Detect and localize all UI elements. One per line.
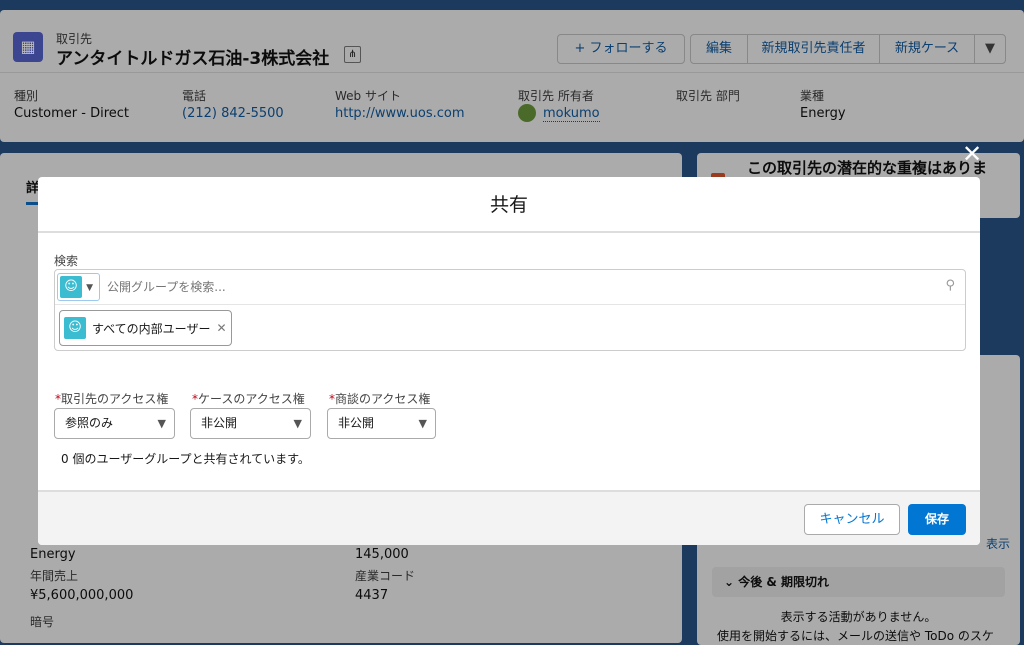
close-icon[interactable]: ✕ bbox=[962, 140, 982, 168]
field-value: ¥5,600,000,000 bbox=[30, 588, 134, 603]
field-label: 年間売上 bbox=[30, 569, 79, 583]
shared-count: 0 個のユーザーグループと共有されています。 bbox=[61, 452, 310, 466]
pill-label: すべての内部ユーザー bbox=[92, 321, 211, 336]
case-access-label: *ケースのアクセス権 bbox=[192, 392, 305, 406]
group-icon: ☺ bbox=[60, 276, 82, 298]
divider bbox=[0, 72, 1024, 73]
record-header: ▦ 取引先 アンタイトルドガス石油-3株式会社 ⋔ + フォローする 編集 新規… bbox=[0, 10, 1024, 142]
hint-text: 使用を開始するには、メールの送信や ToDo のスケ bbox=[717, 629, 994, 643]
owner-link[interactable]: mokumo bbox=[543, 106, 600, 122]
label-text: 商談のアクセス権 bbox=[335, 392, 431, 406]
account-icon: ▦ bbox=[13, 32, 43, 62]
save-button[interactable]: 保存 bbox=[908, 504, 966, 535]
show-all-link[interactable]: 表示 bbox=[986, 535, 1010, 552]
label-text: 取引先のアクセス権 bbox=[61, 392, 169, 406]
new-case-button[interactable]: 新規ケース bbox=[879, 34, 975, 64]
field-label: Web サイト bbox=[335, 89, 401, 103]
opportunity-access-select[interactable]: 非公開 ▼ bbox=[327, 408, 436, 439]
section-label: 今後 & 期限切れ bbox=[738, 575, 830, 589]
website-link[interactable]: http://www.uos.com bbox=[335, 106, 465, 121]
select-value: 参照のみ bbox=[65, 416, 114, 430]
field-label: 業種 bbox=[800, 89, 825, 103]
follow-button[interactable]: + フォローする bbox=[557, 34, 685, 64]
selected-group-pill: ☺ すべての内部ユーザー ✕ bbox=[59, 310, 232, 346]
group-type-picker[interactable]: ☺ ▼ bbox=[57, 273, 100, 301]
search-label: 検索 bbox=[54, 254, 79, 268]
label-text: ケースのアクセス権 bbox=[198, 392, 305, 406]
field-value: 4437 bbox=[355, 588, 389, 603]
search-container: ☺ ▼ ⚲ ☺ すべての内部ユーザー ✕ bbox=[54, 269, 966, 351]
account-access-select[interactable]: 参照のみ ▼ bbox=[54, 408, 175, 439]
field-label: 産業コード bbox=[355, 569, 416, 583]
search-icon: ⚲ bbox=[945, 278, 955, 293]
remove-icon[interactable]: ✕ bbox=[216, 321, 226, 335]
case-access-select[interactable]: 非公開 ▼ bbox=[190, 408, 311, 439]
empty-message: 表示する活動がありません。 bbox=[780, 610, 937, 624]
field-value: Customer - Direct bbox=[14, 106, 130, 121]
upcoming-section[interactable]: ⌄ 今後 & 期限切れ bbox=[712, 567, 1005, 597]
account-access-label: *取引先のアクセス権 bbox=[55, 392, 169, 406]
chevron-down-icon: ▼ bbox=[418, 417, 427, 430]
field-label: 電話 bbox=[182, 89, 207, 103]
modal-footer: キャンセル 保存 bbox=[38, 490, 980, 545]
field-label: 種別 bbox=[14, 89, 39, 103]
share-modal: 共有 検索 ☺ ▼ ⚲ ☺ すべての内部ユーザー ✕ *取引先のアクセス権 *ケ… bbox=[38, 177, 980, 545]
cancel-button[interactable]: キャンセル bbox=[804, 504, 900, 535]
chevron-down-icon: ▼ bbox=[293, 417, 302, 430]
avatar bbox=[518, 104, 536, 122]
chevron-down-icon: ▼ bbox=[157, 417, 166, 430]
field-value: 145,000 bbox=[355, 547, 409, 562]
modal-title: 共有 bbox=[38, 177, 980, 233]
field-label: 取引先 部門 bbox=[676, 89, 740, 103]
select-value: 非公開 bbox=[201, 416, 238, 430]
search-input[interactable] bbox=[107, 274, 927, 300]
more-actions-button[interactable]: ▼ bbox=[974, 34, 1006, 64]
opportunity-access-label: *商談のアクセス権 bbox=[329, 392, 431, 406]
field-label: 暗号 bbox=[30, 615, 55, 629]
field-label: 取引先 所有者 bbox=[518, 89, 594, 103]
new-contact-button[interactable]: 新規取引先責任者 bbox=[747, 34, 880, 64]
hierarchy-icon[interactable]: ⋔ bbox=[344, 46, 361, 63]
field-value: Energy bbox=[30, 547, 76, 562]
field-value: Energy bbox=[800, 106, 846, 121]
phone-link[interactable]: (212) 842-5500 bbox=[182, 106, 284, 121]
edit-button[interactable]: 編集 bbox=[690, 34, 748, 64]
record-title: アンタイトルドガス石油-3株式会社 bbox=[56, 49, 330, 69]
group-icon: ☺ bbox=[64, 317, 86, 339]
duplicate-title: この取引先の潜在的な重複はありま bbox=[747, 159, 988, 177]
select-value: 非公開 bbox=[338, 416, 375, 430]
